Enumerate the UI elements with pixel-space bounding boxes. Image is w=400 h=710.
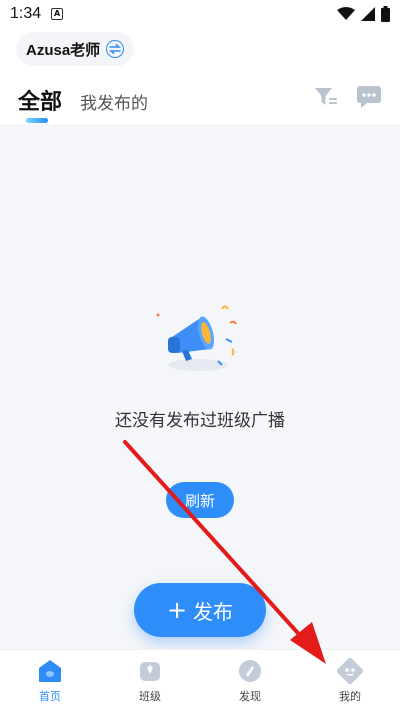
nav-class[interactable]: 班级 xyxy=(100,650,200,710)
nav-home-label: 首页 xyxy=(39,690,61,703)
tab-active-indicator xyxy=(26,118,48,123)
discover-icon xyxy=(237,658,263,684)
notification-icon: A xyxy=(51,8,64,20)
status-time: 1:34 xyxy=(10,5,42,22)
swap-icon xyxy=(106,40,125,58)
class-icon xyxy=(137,658,163,684)
status-bar: 1:34 A xyxy=(0,0,400,28)
nav-discover-label: 发现 xyxy=(239,690,261,703)
broadcast-list-area: 还没有发布过班级广播 刷新 + 发布 xyxy=(0,124,400,649)
teacher-switcher[interactable]: Azusa老师 xyxy=(16,32,135,66)
bottom-nav: 首页 班级 发现 我的 xyxy=(0,649,400,710)
home-icon xyxy=(37,658,63,684)
nav-class-label: 班级 xyxy=(139,690,161,703)
nav-profile-label: 我的 xyxy=(339,690,361,703)
status-icons xyxy=(337,6,390,22)
profile-icon xyxy=(337,658,363,684)
tab-all-label: 全部 xyxy=(18,90,63,115)
signal-icon xyxy=(361,7,375,21)
tab-my-posts[interactable]: 我发布的 xyxy=(80,89,148,116)
teacher-name: Azusa老师 xyxy=(26,41,101,59)
refresh-button[interactable]: 刷新 xyxy=(166,482,234,518)
filter-icon[interactable] xyxy=(314,86,338,108)
nav-home[interactable]: 首页 xyxy=(0,650,100,710)
publish-button[interactable]: + 发布 xyxy=(134,583,266,637)
empty-message: 还没有发布过班级广播 xyxy=(115,411,285,431)
wifi-icon xyxy=(337,7,355,20)
message-icon[interactable] xyxy=(356,85,382,109)
nav-discover[interactable]: 发现 xyxy=(200,650,300,710)
publish-label: 发布 xyxy=(193,599,234,624)
battery-icon xyxy=(381,6,390,22)
tab-bar: 全部 我发布的 xyxy=(18,84,148,123)
megaphone-icon xyxy=(156,305,237,371)
tab-all[interactable]: 全部 xyxy=(18,84,63,123)
nav-profile[interactable]: 我的 xyxy=(300,650,400,710)
plus-icon: + xyxy=(166,596,188,624)
